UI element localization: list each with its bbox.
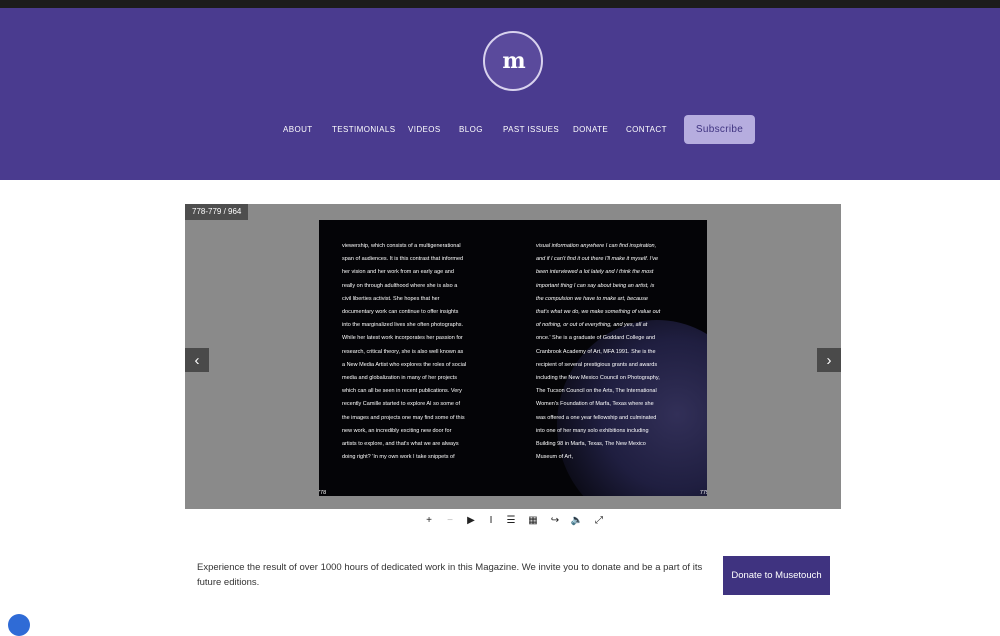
play-icon[interactable]: ▶ — [465, 514, 477, 526]
page-text-line: including the New Mexico Council on Phot… — [536, 375, 660, 382]
thumbnails-icon[interactable]: ▦ — [527, 514, 539, 526]
page-text-line: into one of her many solo exhibitions in… — [536, 427, 649, 434]
sound-icon[interactable]: 🔈 — [571, 514, 583, 526]
flipbook-viewer: 778-779 / 964 viewership, which consists… — [185, 204, 841, 509]
page-text-line: civil liberties activist. She hopes that… — [342, 295, 440, 302]
page-text-line: Building 98 in Marfa, Texas, The New Mex… — [536, 441, 646, 448]
nav-testimonials[interactable]: TESTIMONIALS — [332, 125, 395, 134]
page-text-line: her vision and her work from an early ag… — [342, 269, 454, 276]
zoom-out-icon[interactable]: − — [444, 514, 456, 526]
left-page-text: viewership, which consists of a multigen… — [342, 240, 492, 464]
page-text-line: the images and projects one may find som… — [342, 414, 465, 421]
page-text-line: Cranbrook Academy of Art, MFA 1991. She … — [536, 348, 656, 355]
page-text-line: viewership, which consists of a multigen… — [342, 243, 461, 249]
donate-button[interactable]: Donate to Musetouch — [723, 556, 830, 595]
page-text-line: recipient of several prestigious grants … — [536, 361, 658, 368]
page-text-line: been interviewed a lot lately and I thin… — [536, 269, 654, 276]
nav-blog[interactable]: BLOG — [459, 125, 483, 134]
prev-page-button[interactable]: ‹ — [185, 348, 209, 372]
page-text-line: really on through adulthood where she is… — [342, 282, 458, 289]
chat-widget-icon[interactable] — [8, 614, 30, 636]
share-icon[interactable]: ↪ — [549, 514, 561, 526]
chevron-right-icon: › — [826, 351, 832, 369]
logo-mark: m — [502, 48, 525, 74]
nav-about[interactable]: ABOUT — [283, 125, 313, 134]
site-logo[interactable]: m — [483, 31, 543, 91]
zoom-in-icon[interactable]: + — [423, 514, 435, 526]
page-text-line: While her latest work incorporates her p… — [342, 335, 463, 342]
next-page-button[interactable]: › — [817, 348, 841, 372]
right-page-text: visual information anywhere I can find i… — [536, 240, 688, 464]
page-text-line: which can all be seen in recent publicat… — [342, 388, 462, 395]
nav-past-issues[interactable]: PAST ISSUES — [503, 125, 559, 134]
page-text-line: documentary work can continue to offer i… — [342, 309, 459, 316]
right-page-number: 779 — [699, 490, 707, 496]
page-text-line: span of audiences. It is this contrast t… — [342, 256, 464, 263]
page-text-line: research, critical theory, she is also w… — [342, 348, 464, 355]
book-spread[interactable]: viewership, which consists of a multigen… — [319, 220, 707, 496]
page-text-line: once.' She is a graduate of Goddard Coll… — [536, 335, 656, 342]
page-text-line: and if I can't find it out there I'll ma… — [536, 256, 659, 263]
fullscreen-icon[interactable]: ⤢ — [593, 514, 605, 526]
subscribe-button[interactable]: Subscribe — [684, 115, 755, 144]
nav-donate[interactable]: DONATE — [573, 125, 608, 134]
page-text-line: of nothing, or out of everything, and ye… — [536, 322, 648, 329]
viewer-toolbar: + − ▶ I ☰ ▦ ↪ 🔈 ⤢ — [0, 514, 1000, 528]
text-cursor-icon[interactable]: I — [485, 514, 497, 526]
page-text-line: the compulsion we have to make art, beca… — [536, 295, 648, 302]
page-text-line: Women's Foundation of Marfa, Texas where… — [536, 401, 654, 408]
site-header: m ABOUT TESTIMONIALS VIDEOS BLOG PAST IS… — [0, 8, 1000, 180]
page-text-line: media and globalization in many of her p… — [342, 375, 457, 382]
page-text-line: important thing I can say about being an… — [536, 282, 655, 289]
left-page-number: 778 — [319, 490, 327, 496]
page-text-line: new work, an incredibly exciting new doo… — [342, 427, 452, 434]
page-text-line: that's what we do, we make something of … — [536, 309, 661, 316]
chevron-left-icon: ‹ — [194, 351, 200, 369]
nav-contact[interactable]: CONTACT — [626, 125, 667, 134]
donation-message: Experience the result of over 1000 hours… — [197, 562, 703, 588]
page-text-line: was offered a one year fellowship and cu… — [536, 414, 657, 421]
page-text-line: The Tucson Council on the Arts, The Inte… — [536, 388, 657, 395]
page-counter: 778-779 / 964 — [185, 204, 249, 220]
page-text-line: recently Camille started to explore AI s… — [342, 401, 460, 408]
nav-videos[interactable]: VIDEOS — [408, 125, 441, 134]
top-bar — [0, 0, 1000, 8]
page-text-line: into the marginalized lives she often ph… — [342, 322, 464, 329]
page-text-line: a New Media Artist who explores the role… — [342, 361, 467, 368]
table-of-contents-icon[interactable]: ☰ — [505, 514, 517, 526]
page-text-line: Museum of Art, — [536, 454, 573, 461]
page-text-line: artists to explore, and that's what we a… — [342, 441, 459, 448]
page-text-line: doing right? 'In my own work I take snip… — [342, 454, 455, 461]
page-text-line: visual information anywhere I can find i… — [536, 243, 657, 249]
